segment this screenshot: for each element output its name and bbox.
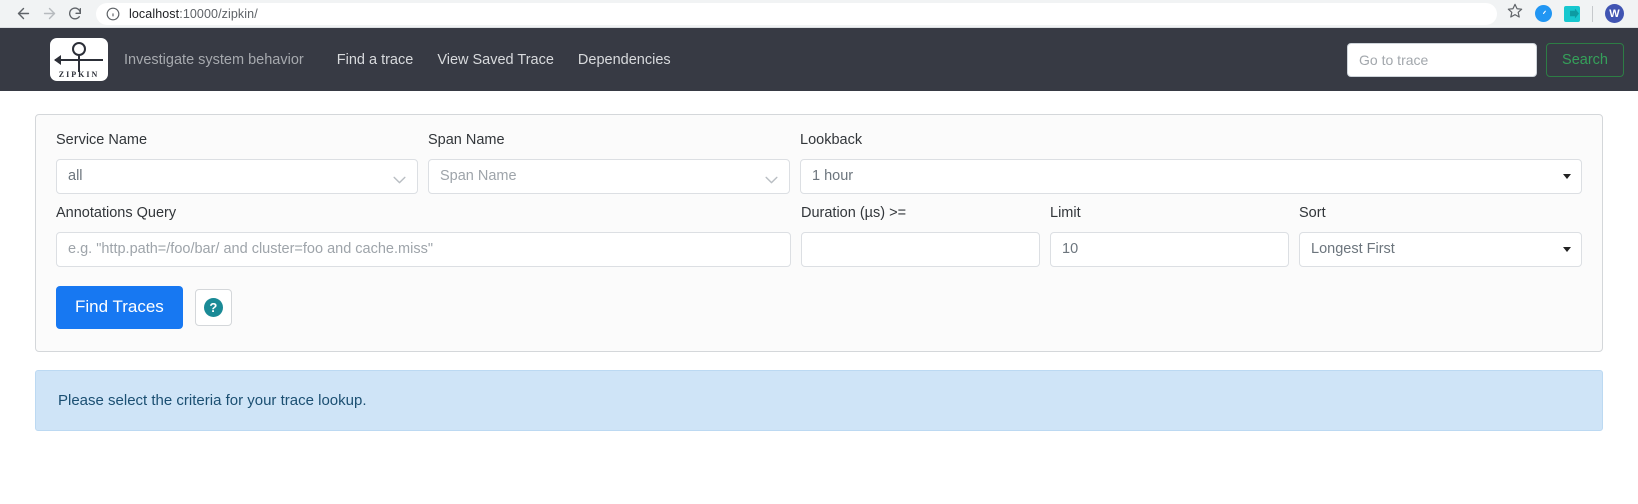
service-name-field: Service Name all bbox=[56, 132, 418, 194]
navbar-tagline: Investigate system behavior bbox=[124, 51, 304, 68]
chevron-down-icon bbox=[765, 172, 778, 184]
caret-down-icon bbox=[1563, 247, 1571, 253]
search-form-row-2: Annotations Query Duration (µs) >= Limit… bbox=[56, 204, 1582, 267]
annotations-query-input[interactable] bbox=[56, 231, 791, 267]
lookback-label: Lookback bbox=[800, 132, 863, 148]
annotations-query-label: Annotations Query bbox=[56, 204, 177, 221]
sort-value: Longest First bbox=[1311, 241, 1395, 258]
service-name-label: Service Name bbox=[56, 132, 148, 148]
sort-select[interactable]: Longest First bbox=[1299, 231, 1582, 267]
address-bar-url: localhost:10000/zipkin/ bbox=[129, 7, 258, 21]
lookback-select[interactable]: 1 hour bbox=[800, 158, 1582, 194]
limit-label: Limit bbox=[1050, 204, 1081, 221]
find-traces-button[interactable]: Find Traces bbox=[56, 285, 183, 329]
bookmark-star-icon[interactable] bbox=[1507, 3, 1523, 24]
toolbar-divider bbox=[1592, 5, 1593, 22]
search-form-row-1: Service Name all Span Name Span Name Loo… bbox=[56, 132, 1582, 194]
go-to-trace-input[interactable] bbox=[1347, 42, 1538, 77]
trace-search-panel: Service Name all Span Name Span Name Loo… bbox=[35, 114, 1603, 352]
navbar-links: Find a trace View Saved Trace Dependenci… bbox=[337, 52, 671, 68]
back-arrow-icon[interactable] bbox=[10, 1, 36, 27]
extension-two-icon[interactable] bbox=[1564, 5, 1580, 22]
question-mark-icon: ? bbox=[203, 297, 223, 317]
span-name-value: Span Name bbox=[440, 168, 517, 185]
span-name-field: Span Name Span Name bbox=[428, 132, 790, 194]
main-content: Service Name all Span Name Span Name Loo… bbox=[0, 91, 1638, 431]
service-name-select[interactable]: all bbox=[56, 158, 418, 194]
caret-down-icon bbox=[1563, 174, 1571, 180]
span-name-label: Span Name bbox=[428, 132, 505, 148]
forward-arrow-icon[interactable] bbox=[36, 1, 62, 27]
search-form-actions: Find Traces ? bbox=[56, 285, 1582, 329]
extension-one-icon[interactable] bbox=[1535, 5, 1552, 22]
limit-input[interactable] bbox=[1050, 231, 1289, 267]
logo-circle-icon bbox=[72, 42, 86, 56]
sort-field: Sort Longest First bbox=[1299, 204, 1582, 267]
browser-actions: W bbox=[1507, 3, 1628, 24]
service-name-value: all bbox=[68, 168, 83, 185]
nav-link-find-a-trace[interactable]: Find a trace bbox=[337, 52, 414, 68]
logo-wordmark: ZIPKIN bbox=[58, 70, 100, 79]
chevron-down-icon bbox=[393, 172, 406, 184]
profile-avatar[interactable]: W bbox=[1605, 4, 1624, 23]
info-alert: Please select the criteria for your trac… bbox=[35, 369, 1603, 431]
url-path: :10000/zipkin/ bbox=[179, 6, 258, 21]
nav-link-view-saved-trace[interactable]: View Saved Trace bbox=[437, 52, 554, 68]
browser-toolbar: localhost:10000/zipkin/ W bbox=[0, 0, 1638, 28]
nav-link-dependencies[interactable]: Dependencies bbox=[578, 52, 671, 68]
lookback-value: 1 hour bbox=[812, 168, 854, 185]
annotations-query-field: Annotations Query bbox=[56, 204, 791, 267]
navbar-search-button[interactable]: Search bbox=[1546, 42, 1624, 77]
zipkin-navbar: ZIPKIN Investigate system behavior Find … bbox=[0, 28, 1638, 91]
zipkin-logo[interactable]: ZIPKIN bbox=[50, 38, 108, 81]
reload-icon[interactable] bbox=[62, 1, 88, 27]
help-button[interactable]: ? bbox=[194, 288, 232, 326]
site-info-icon[interactable] bbox=[106, 7, 120, 21]
duration-field: Duration (µs) >= bbox=[801, 204, 1040, 267]
logo-arrowhead-icon bbox=[54, 55, 61, 65]
lookback-field: Lookback 1 hour bbox=[800, 132, 1582, 194]
duration-input[interactable] bbox=[801, 231, 1040, 267]
address-bar[interactable]: localhost:10000/zipkin/ bbox=[96, 2, 1497, 25]
limit-field: Limit bbox=[1050, 204, 1289, 267]
span-name-select[interactable]: Span Name bbox=[428, 158, 790, 194]
sort-label: Sort bbox=[1299, 204, 1326, 221]
duration-label: Duration (µs) >= bbox=[801, 204, 907, 221]
url-host: localhost bbox=[129, 6, 180, 21]
